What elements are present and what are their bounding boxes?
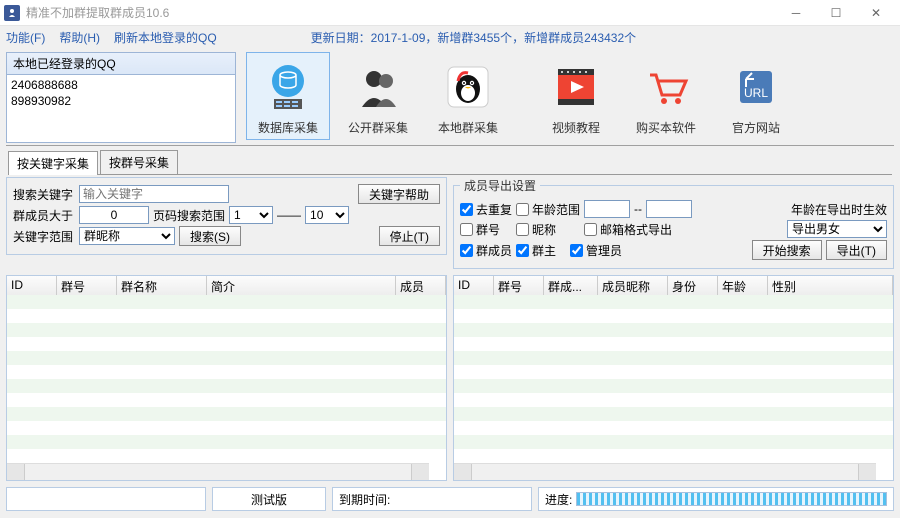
toolbar: 数据库采集 公开群采集 本地群采集 视频教程 购买本软件 URL 官方网站	[246, 52, 798, 143]
search-button[interactable]: 搜索(S)	[179, 226, 241, 246]
label-keyword-scope: 关键字范围	[13, 228, 75, 245]
tab-keyword[interactable]: 按关键字采集	[8, 151, 98, 175]
age-to-input[interactable]	[646, 200, 692, 218]
chk-dedup[interactable]: 去重复	[460, 201, 512, 218]
col-groupno[interactable]: 群号	[57, 276, 117, 297]
tab-groupno[interactable]: 按群号采集	[100, 150, 178, 174]
export-legend: 成员导出设置	[460, 177, 540, 194]
age-rule-label: 年龄在导出时生效	[791, 201, 887, 218]
qq-login-list[interactable]: 2406888688 898930982	[6, 75, 236, 143]
qq-login-header: 本地已经登录的QQ	[6, 52, 236, 75]
collect-tabs: 按关键字采集 按群号采集	[0, 146, 900, 174]
qq-penguin-icon	[440, 59, 496, 115]
stop-button[interactable]: 停止(T)	[379, 226, 440, 246]
menu-func[interactable]: 功能(F)	[6, 29, 45, 46]
keyword-help-button[interactable]: 关键字帮助	[358, 184, 440, 204]
export-settings-group: 成员导出设置 去重复 年龄范围 -- 年龄在导出时生效 群号 昵称 邮箱格式导出…	[453, 177, 894, 269]
menu-refresh[interactable]: 刷新本地登录的QQ	[114, 29, 217, 46]
label-keyword: 搜索关键字	[13, 186, 75, 203]
export-button[interactable]: 导出(T)	[826, 240, 887, 260]
scope-select[interactable]: 群昵称	[79, 227, 175, 245]
hscrollbar[interactable]	[7, 463, 429, 480]
qq-item[interactable]: 2406888688	[11, 77, 231, 93]
toolbar-db-collect[interactable]: 数据库采集	[246, 52, 330, 140]
update-info: 更新日期：2017-1-09，新增群3455个，新增群成员243432个	[311, 29, 636, 46]
col-role[interactable]: 身份	[668, 276, 718, 297]
chk-admin[interactable]: 管理员	[570, 242, 622, 259]
maximize-button[interactable]: ☐	[816, 0, 856, 26]
col-memberid[interactable]: 群成...	[544, 276, 598, 297]
window-title: 精准不加群提取群成员10.6	[26, 4, 776, 21]
toolbar-public-collect[interactable]: 公开群采集	[336, 52, 420, 140]
chk-age[interactable]: 年龄范围	[516, 201, 580, 218]
col-id[interactable]: ID	[7, 276, 57, 297]
col-age[interactable]: 年龄	[718, 276, 768, 297]
menubar: 功能(F) 帮助(H) 刷新本地登录的QQ 更新日期：2017-1-09，新增群…	[0, 26, 900, 48]
right-table-body	[454, 295, 893, 463]
video-icon	[548, 59, 604, 115]
left-table-body	[7, 295, 446, 463]
database-icon	[260, 59, 316, 115]
chk-nick[interactable]: 昵称	[516, 221, 556, 238]
member-gt-input[interactable]	[79, 206, 149, 224]
col-groupno[interactable]: 群号	[494, 276, 544, 297]
chk-member[interactable]: 群成员	[460, 242, 512, 259]
label-page-range: 页码搜索范围	[153, 207, 225, 224]
qq-login-box: 本地已经登录的QQ 2406888688 898930982	[6, 52, 236, 143]
col-id[interactable]: ID	[454, 276, 494, 297]
close-button[interactable]: ✕	[856, 0, 896, 26]
left-table[interactable]: ID 群号 群名称 简介 成员	[6, 275, 447, 481]
people-icon	[350, 59, 406, 115]
chk-owner[interactable]: 群主	[516, 242, 556, 259]
hscrollbar[interactable]	[454, 463, 876, 480]
start-search-button[interactable]: 开始搜索	[752, 240, 822, 260]
col-groupname[interactable]: 群名称	[117, 276, 207, 297]
toolbar-website[interactable]: URL 官方网站	[714, 52, 798, 140]
chk-groupno[interactable]: 群号	[460, 221, 500, 238]
toolbar-local-collect[interactable]: 本地群采集	[426, 52, 510, 140]
menu-help[interactable]: 帮助(H)	[59, 29, 100, 46]
qq-item[interactable]: 898930982	[11, 93, 231, 109]
col-members[interactable]: 成员	[396, 276, 446, 297]
chk-mail[interactable]: 邮箱格式导出	[584, 221, 672, 238]
minimize-button[interactable]: ─	[776, 0, 816, 26]
gender-select[interactable]: 导出男女	[787, 220, 887, 238]
toolbar-video[interactable]: 视频教程	[534, 52, 618, 140]
keyword-search-group: 搜索关键字 关键字帮助 群成员大于 页码搜索范围 1 —— 10 关键字范围 群…	[6, 177, 447, 255]
status-box-1	[6, 487, 206, 511]
col-membernick[interactable]: 成员昵称	[598, 276, 668, 297]
expire-label: 到期时间:	[332, 487, 532, 511]
right-table[interactable]: ID 群号 群成... 成员昵称 身份 年龄 性别	[453, 275, 894, 481]
progress-bar	[576, 492, 887, 506]
progress-box: 进度:	[538, 487, 894, 511]
statusbar: 测试版 到期时间: 进度:	[0, 483, 900, 511]
keyword-input[interactable]	[79, 185, 229, 203]
col-gender[interactable]: 性别	[768, 276, 893, 297]
cart-icon	[638, 59, 694, 115]
titlebar: 精准不加群提取群成员10.6 ─ ☐ ✕	[0, 0, 900, 26]
app-icon	[4, 5, 20, 21]
svg-text:URL: URL	[744, 86, 768, 100]
trial-label: 测试版	[212, 487, 326, 511]
label-member-gt: 群成员大于	[13, 207, 75, 224]
toolbar-buy[interactable]: 购买本软件	[624, 52, 708, 140]
page-to-select[interactable]: 10	[305, 206, 349, 224]
col-intro[interactable]: 简介	[207, 276, 396, 297]
age-from-input[interactable]	[584, 200, 630, 218]
website-icon: URL	[728, 59, 784, 115]
page-from-select[interactable]: 1	[229, 206, 273, 224]
